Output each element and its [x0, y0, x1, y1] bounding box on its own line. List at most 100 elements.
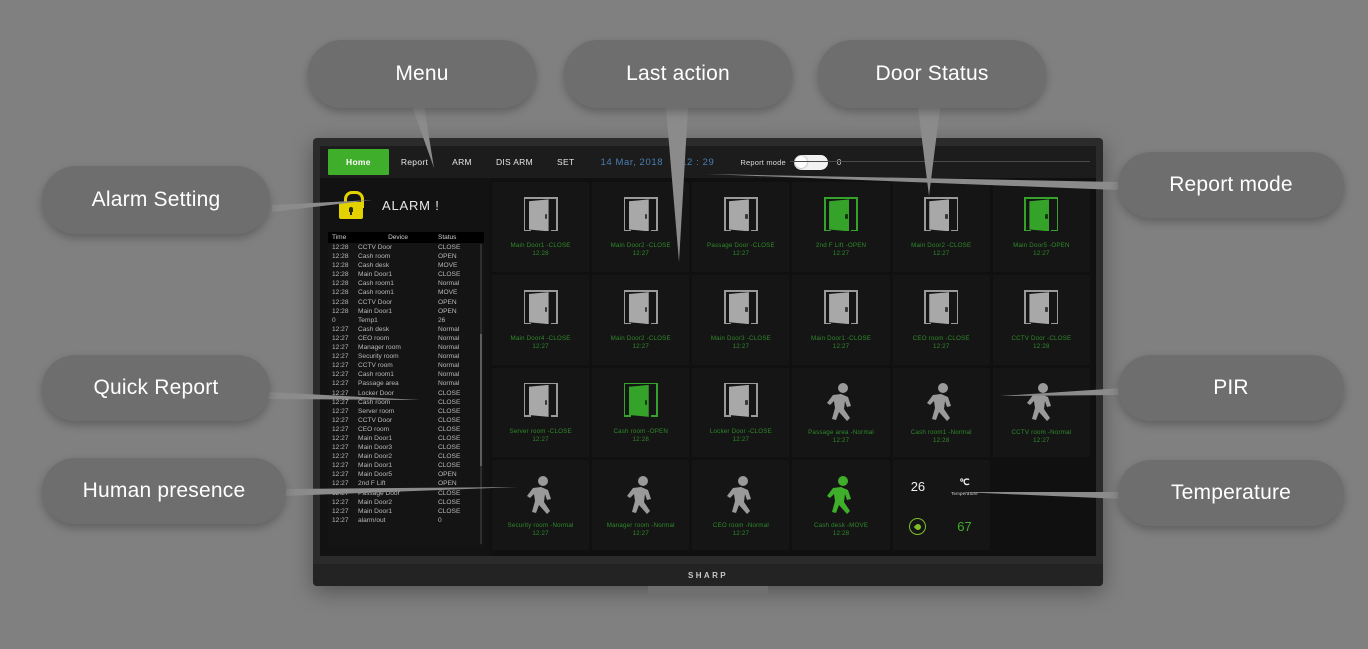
door-status-cell[interactable]: Main Door5 -OPEN 12:27: [992, 182, 1090, 272]
cell-label: Security room -Normal 12:27: [507, 521, 574, 537]
temperature-cell[interactable]: 26 ℃ Temperature 67: [892, 460, 990, 550]
door-status-cell[interactable]: Main Door2 -CLOSE 12:27: [592, 274, 690, 365]
log-row: 12:27 Cash desk Normal: [328, 325, 484, 334]
report-mode-toggle[interactable]: [793, 154, 828, 170]
log-row: 12:28 Main Door1 CLOSE: [328, 270, 484, 279]
pir-sensor-cell[interactable]: Manager room -Normal 12:27: [592, 460, 690, 550]
door-status-cell[interactable]: Main Door3 -CLOSE 12:27: [692, 274, 790, 365]
callout-human-presence: Human presence: [42, 458, 286, 524]
monitor-screen: Home Report ARM DIS ARM SET 14 Mar, 2018…: [320, 146, 1096, 556]
log-cell-time: 12:27: [332, 516, 349, 524]
log-row: 12:28 Cash room1 MOVE: [328, 288, 484, 297]
walking-person-glyph: [526, 475, 551, 514]
pir-sensor-cell[interactable]: Security room -Normal 12:27: [492, 460, 590, 550]
door-status-cell[interactable]: Cash room -OPEN 12:28: [592, 367, 690, 458]
log-cell-time: 12:27: [332, 489, 349, 497]
cell-label: Main Door1 -CLOSE 12:27: [811, 335, 872, 351]
log-scrollbar[interactable]: [480, 244, 482, 544]
log-cell-time: 12:27: [332, 425, 349, 433]
log-cell-status: MOVE: [438, 262, 458, 270]
log-cell-time: 12:27: [332, 416, 349, 424]
dashboard-body: ALARM ! Time Device Status 12:28 CCTV Doo…: [320, 178, 1096, 556]
callout-last-action: Last action: [564, 40, 792, 108]
door-closed-icon: [620, 290, 662, 330]
door-status-cell[interactable]: 2nd F Lift -OPEN 12:27: [792, 182, 890, 272]
log-row: 12:27 CCTV room Normal: [328, 361, 484, 370]
callout-label: Temperature: [1170, 481, 1292, 504]
toggle-knob: [795, 156, 808, 168]
door-status-cell[interactable]: Server room -CLOSE 12:27: [492, 367, 590, 458]
pir-sensor-cell[interactable]: CCTV room -Normal 12:27: [992, 367, 1090, 458]
log-cell-status: Normal: [438, 371, 460, 379]
door-status-cell[interactable]: Locker Door -CLOSE 12:27: [692, 367, 790, 458]
cell-label: CCTV Door -CLOSE 12:28: [1011, 335, 1072, 351]
log-row: 12:28 Cash desk MOVE: [328, 261, 484, 270]
cell-label: Main Door2 -CLOSE 12:27: [610, 242, 671, 258]
log-row: 12:27 Main Door2 CLOSE: [328, 498, 484, 507]
log-cell-time: 12:27: [332, 325, 349, 333]
log-cell-time: 12:27: [332, 334, 349, 342]
door-status-cell[interactable]: Main Door2 -CLOSE 12:27: [892, 182, 990, 272]
current-date: 14 Mar, 2018: [600, 156, 664, 168]
log-cell-status: Normal: [438, 344, 460, 352]
log-cell-time: 12:28: [332, 244, 349, 251]
current-time: 12 : 29: [681, 156, 715, 168]
cell-label: Server room -CLOSE 12:27: [509, 427, 572, 443]
pir-motion-icon: [924, 382, 958, 424]
log-cell-device: Cash room1: [358, 280, 394, 288]
door-status-cell[interactable]: Passage Door -CLOSE 12:27: [692, 182, 790, 272]
door-status-cell[interactable]: Main Door4 -CLOSE 12:27: [492, 274, 590, 365]
log-cell-time: 12:27: [332, 407, 349, 415]
log-col-time: Time: [332, 234, 347, 241]
callout-label: Report mode: [1169, 173, 1293, 196]
log-row: 12:27 Server room CLOSE: [328, 407, 484, 416]
log-cell-time: 12:28: [332, 271, 349, 279]
door-status-cell[interactable]: Main Door1 -CLOSE 12:27: [792, 274, 890, 365]
door-status-cell[interactable]: Main Door1 -CLOSE 12:28: [492, 182, 590, 272]
nav-item-dis-arm[interactable]: DIS ARM: [484, 153, 545, 171]
temperature-label: Temperature: [951, 491, 978, 497]
log-cell-status: Normal: [438, 325, 460, 333]
log-row: 12:27 CEO room Normal: [328, 334, 484, 343]
log-row: 12:27 Passage area Normal: [328, 379, 484, 388]
cell-label: Main Door5 -OPEN 12:27: [1013, 242, 1070, 258]
log-cell-status: OPEN: [438, 307, 457, 315]
door-status-cell[interactable]: CCTV Door -CLOSE 12:28: [992, 274, 1090, 365]
log-row: 12:27 Main Door2 CLOSE: [328, 452, 484, 461]
cell-label: CEO room -Normal 12:27: [712, 521, 769, 537]
cell-label: Main Door3 -CLOSE 12:27: [710, 335, 771, 351]
pir-sensor-cell[interactable]: CEO room -Normal 12:27: [692, 460, 790, 550]
log-cell-time: 12:27: [332, 444, 349, 452]
door-status-cell[interactable]: Main Door2 -CLOSE 12:27: [592, 182, 690, 272]
nav-item-report[interactable]: Report: [389, 153, 440, 171]
log-cell-device: CEO room: [358, 334, 390, 342]
report-mode-label: Report mode: [740, 157, 786, 167]
callout-quick-report: Quick Report: [42, 355, 270, 421]
log-cell-status: OPEN: [438, 471, 457, 479]
cell-label: Cash room1 -Normal 12:28: [910, 428, 972, 444]
alarm-setting-row[interactable]: ALARM !: [320, 178, 490, 232]
log-cell-status: CLOSE: [438, 416, 461, 424]
pir-sensor-cell[interactable]: Passage area -Normal 12:27: [792, 367, 890, 458]
log-cell-status: CLOSE: [438, 398, 461, 406]
log-scrollbar-thumb[interactable]: [480, 334, 482, 466]
cell-label: CCTV room -Normal 12:27: [1011, 428, 1072, 444]
log-row: 0 Temp1 26: [328, 316, 484, 325]
door-closed-icon: [920, 197, 962, 237]
pir-sensor-cell[interactable]: Cash desk -MOVE 12:28: [792, 460, 890, 550]
log-cell-device: Main Door1: [358, 462, 393, 470]
log-cell-device: Cash room: [358, 253, 391, 261]
log-row: 12:27 Manager room Normal: [328, 343, 484, 352]
log-cell-status: CLOSE: [438, 244, 461, 251]
nav-item-home[interactable]: Home: [328, 149, 389, 175]
humidity-value: 67: [957, 519, 972, 535]
log-row: 12:27 Passage Door CLOSE: [328, 489, 484, 498]
callout-temperature: Temperature: [1118, 460, 1344, 526]
door-open-icon: [620, 382, 662, 423]
log-cell-status: CLOSE: [438, 444, 461, 452]
door-status-cell[interactable]: CEO room -CLOSE 12:27: [892, 274, 990, 365]
nav-item-arm[interactable]: ARM: [440, 153, 484, 171]
quick-report-log[interactable]: Time Device Status 12:28 CCTV Door CLOSE 12…: [328, 232, 484, 548]
nav-item-set[interactable]: SET: [545, 153, 586, 171]
pir-sensor-cell[interactable]: Cash room1 -Normal 12:28: [892, 367, 990, 458]
